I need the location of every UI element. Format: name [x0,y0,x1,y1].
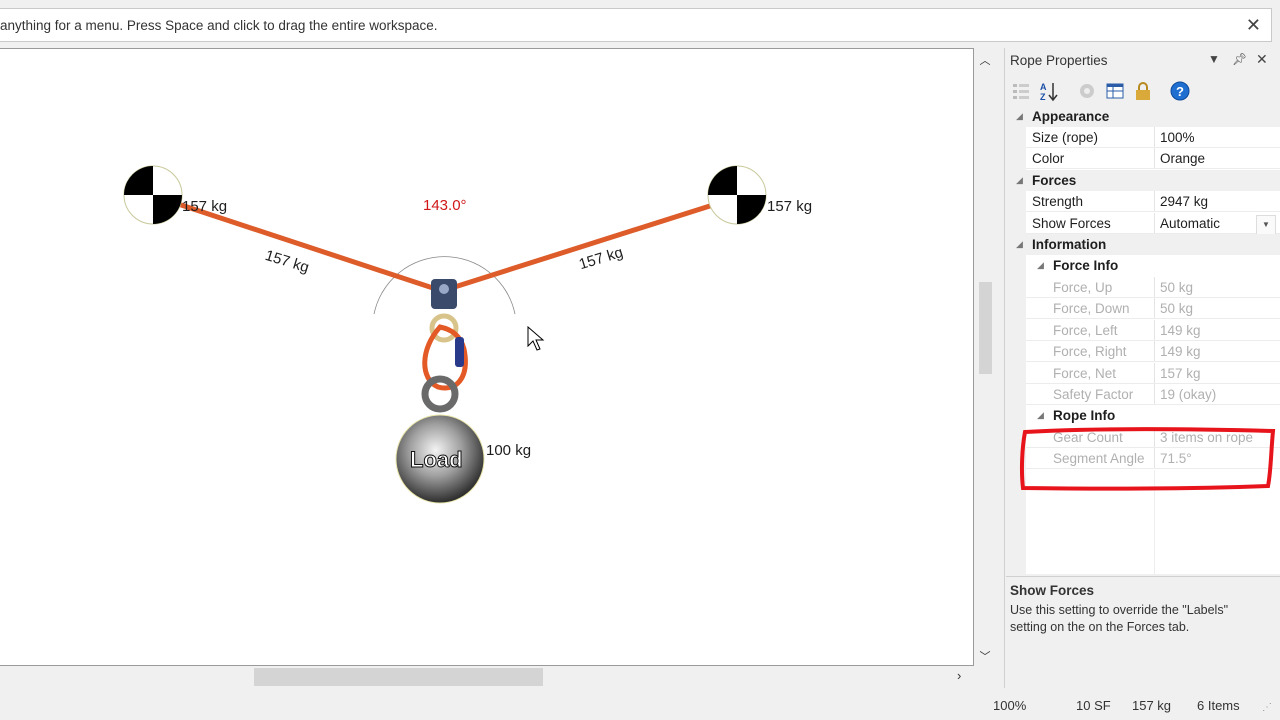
category-information[interactable]: ◢ Information [1006,234,1280,255]
panel-title: Rope Properties [1010,53,1108,68]
category-label: Information [1032,237,1107,252]
property-label: Color [1032,151,1065,166]
vertical-scroll-thumb[interactable] [979,282,992,374]
alphabetical-icon[interactable]: A Z [1038,80,1060,102]
mouse-cursor-icon [527,326,545,351]
scroll-down-icon[interactable]: ﹀ [977,648,993,664]
description-title: Show Forces [1010,583,1095,598]
anchor-right-force: 157 kg [767,198,813,215]
highlight-annotation [1019,427,1276,491]
scroll-up-icon[interactable]: ︿ [977,52,993,68]
categorized-icon[interactable] [1010,80,1032,102]
property-row-force-net[interactable]: Force, Net 157 kg [1006,363,1280,384]
collapse-icon[interactable]: ◢ [1016,239,1023,250]
status-items: 6 Items [1197,698,1240,713]
property-row-force-up[interactable]: Force, Up 50 kg [1006,277,1280,298]
panel-menu-icon[interactable]: ▼ [1208,52,1220,66]
chevron-down-icon[interactable]: ▼ [1256,215,1276,235]
svg-text:?: ? [1176,84,1184,99]
property-row-strength[interactable]: Strength 2947 kg [1006,191,1280,212]
events-icon[interactable] [1076,80,1098,102]
panel-close-icon[interactable]: ✕ [1256,51,1268,68]
property-row-color[interactable]: Color Orange [1006,148,1280,169]
shackle-icon[interactable] [421,375,459,413]
hint-bar: anything for a menu. Press Space and cli… [0,8,1272,42]
anchor-right-icon[interactable] [707,165,767,225]
workspace-canvas[interactable]: 143.0° 157 kg 157 kg 157 kg 157 kg Load … [0,48,974,666]
property-value[interactable]: Orange [1160,151,1205,166]
property-row-force-right[interactable]: Force, Right 149 kg [1006,341,1280,362]
category-forces[interactable]: ◢ Forces [1006,170,1280,191]
property-row-force-left[interactable]: Force, Left 149 kg [1006,320,1280,341]
pin-icon[interactable]: 📌︎ [1232,52,1247,66]
scroll-right-icon[interactable]: › [957,668,961,683]
close-icon[interactable]: ✕ [1246,15,1261,36]
category-label: Forces [1032,173,1077,188]
load-weight: 100 kg [486,442,532,459]
subcategory-label: Rope Info [1053,408,1116,423]
property-pages-icon[interactable] [1104,80,1126,102]
property-label: Force, Down [1053,301,1130,316]
property-value[interactable]: 100% [1160,130,1195,145]
property-value[interactable]: 2947 kg [1160,194,1208,209]
subcategory-label: Force Info [1053,258,1119,273]
swivel-icon[interactable] [431,279,457,309]
rope-right[interactable] [441,195,736,294]
collapse-icon[interactable]: ◢ [1016,175,1023,186]
property-label: Force, Left [1053,323,1118,338]
property-label: Force, Right [1053,344,1127,359]
svg-text:Z: Z [1040,92,1046,102]
horizontal-scroll-thumb[interactable] [254,668,543,686]
subcategory-force-info[interactable]: ◢ Force Info [1006,255,1280,276]
property-row-force-down[interactable]: Force, Down 50 kg [1006,298,1280,319]
property-value: 149 kg [1160,323,1201,338]
lock-icon[interactable] [1132,80,1154,102]
collapse-icon[interactable]: ◢ [1037,410,1044,421]
property-label: Strength [1032,194,1084,209]
property-label: Show Forces [1032,216,1111,231]
property-label: Force, Net [1053,366,1117,381]
property-value: 157 kg [1160,366,1201,381]
property-row-show-forces[interactable]: Show Forces Automatic [1006,213,1280,234]
angle-label: 143.0° [423,197,467,214]
anchor-left-force: 157 kg [182,198,228,215]
property-label: Force, Up [1053,280,1113,295]
resize-grip-icon[interactable]: ⋰ [1262,702,1272,713]
property-row-size[interactable]: Size (rope) 100% [1006,127,1280,148]
rigging-diagram [123,165,767,504]
property-value: 149 kg [1160,344,1201,359]
help-icon[interactable]: ? [1169,80,1191,102]
property-value: 19 (okay) [1160,387,1217,402]
property-value: 50 kg [1160,280,1194,295]
collapse-icon[interactable]: ◢ [1016,111,1023,122]
status-force: 157 kg [1132,698,1172,713]
hint-text: anything for a menu. Press Space and cli… [0,18,438,33]
anchor-left-icon[interactable] [123,165,183,225]
load-label: Load [410,447,464,473]
status-safety: 10 SF [1076,698,1111,713]
show-forces-select[interactable]: Automatic [1160,216,1220,231]
category-label: Appearance [1032,109,1110,124]
property-label: Size (rope) [1032,130,1099,145]
subcategory-rope-info[interactable]: ◢ Rope Info [1006,405,1280,426]
description-text: Use this setting to override the "Labels… [1010,603,1229,634]
property-label: Safety Factor [1053,387,1134,402]
category-appearance[interactable]: ◢ Appearance [1006,106,1280,127]
collapse-icon[interactable]: ◢ [1037,260,1044,271]
svg-text:A: A [1040,82,1047,92]
property-row-safety-factor[interactable]: Safety Factor 19 (okay) [1006,384,1280,405]
status-zoom[interactable]: 100% [993,698,1026,713]
property-value: 50 kg [1160,301,1194,316]
